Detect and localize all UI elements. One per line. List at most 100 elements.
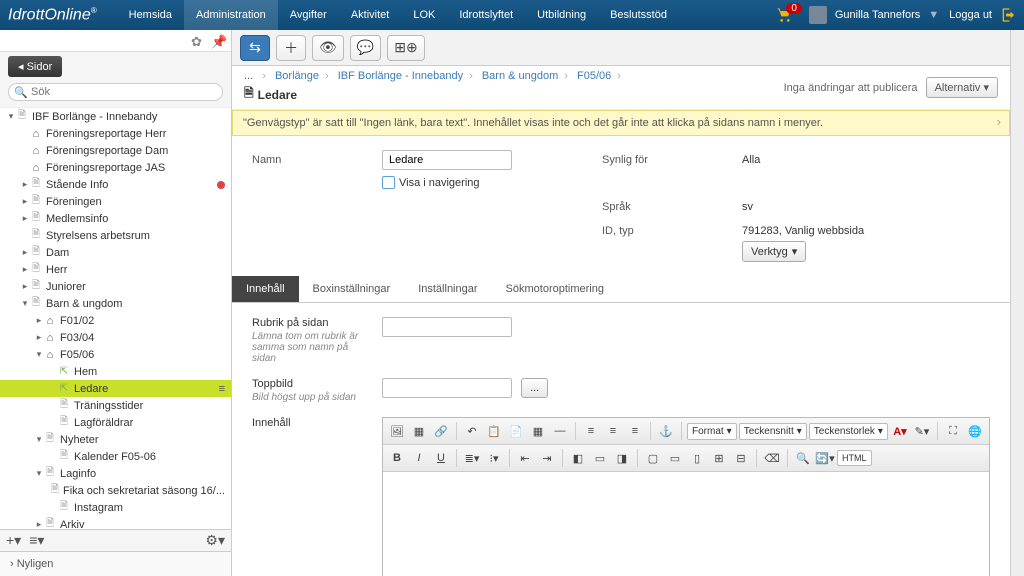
hr-icon[interactable]: — <box>550 421 570 441</box>
tree-node[interactable]: Träningsstider <box>0 397 231 414</box>
banner-close-icon[interactable]: › <box>997 114 1001 129</box>
image-icon[interactable]: 🖼 <box>387 421 407 441</box>
compare-button[interactable]: ⊞⊕ <box>387 35 424 61</box>
expand-icon[interactable]: ▸ <box>20 247 30 258</box>
table-icon[interactable]: ▦ <box>528 421 548 441</box>
tree-node[interactable]: ▾Laginfo <box>0 465 231 482</box>
html-button[interactable]: HTML <box>837 450 872 466</box>
fullscreen-icon[interactable]: ⛶ <box>943 421 963 441</box>
col-icon[interactable]: ▯ <box>687 448 707 468</box>
tree-node[interactable]: Instagram <box>0 499 231 516</box>
tree-node[interactable]: Föreningsreportage Herr <box>0 125 231 142</box>
recent-panel[interactable]: › Nyligen <box>0 551 231 576</box>
tree-node[interactable]: ▾F05/06 <box>0 346 231 363</box>
expand-icon[interactable]: ▸ <box>34 332 44 343</box>
nav-beslutsstod[interactable]: Beslutsstöd <box>598 0 679 30</box>
expand-icon[interactable]: ▸ <box>34 519 44 529</box>
expand-icon[interactable]: ▾ <box>34 349 44 360</box>
expand-icon[interactable]: ▾ <box>34 468 44 479</box>
options-button[interactable]: Alternativ ▾ <box>926 77 998 98</box>
expand-icon[interactable]: ▸ <box>20 179 30 190</box>
paste-word-icon[interactable]: 📄 <box>506 421 526 441</box>
ol-icon[interactable]: ≣▾ <box>462 448 482 468</box>
list-view-button[interactable]: ≡▾ <box>29 532 44 549</box>
indent-icon[interactable]: ⇥ <box>537 448 557 468</box>
page-tree[interactable]: ▾IBF Borlänge - InnebandyFöreningsreport… <box>0 107 231 529</box>
nav-idrottslyftet[interactable]: Idrottslyftet <box>447 0 525 30</box>
tree-node[interactable]: ▾IBF Borlänge - Innebandy <box>0 108 231 125</box>
textcolor-icon[interactable]: A▾ <box>890 421 910 441</box>
breadcrumb[interactable]: F05/06 <box>577 70 611 82</box>
tree-node[interactable]: ▸Juniorer <box>0 278 231 295</box>
preview-button[interactable]: 👁 <box>312 35 344 61</box>
find-icon[interactable]: 🔍 <box>793 448 813 468</box>
replace-icon[interactable]: 🔄▾ <box>815 448 835 468</box>
add-page-button[interactable]: +▾ <box>6 532 21 549</box>
tree-toggle-button[interactable]: ⇆ <box>240 35 270 61</box>
nav-lok[interactable]: LOK <box>401 0 447 30</box>
search-input[interactable] <box>8 83 223 101</box>
outdent-icon[interactable]: ⇤ <box>515 448 535 468</box>
comment-button[interactable]: 💬 <box>350 35 381 61</box>
tree-node[interactable]: Hem <box>0 363 231 380</box>
font-dropdown[interactable]: Teckensnitt ▾ <box>739 423 807 440</box>
underline-icon[interactable]: U <box>431 448 451 468</box>
expand-icon[interactable]: ▾ <box>20 298 30 309</box>
tab-innehall[interactable]: Innehåll <box>232 276 299 302</box>
tree-node[interactable]: ▸Föreningen <box>0 193 231 210</box>
ul-icon[interactable]: ⁝▾ <box>484 448 504 468</box>
pin-icon[interactable]: 📌 <box>211 34 225 48</box>
cart-button[interactable]: 0 <box>776 7 794 23</box>
tab-boxinstallningar[interactable]: Boxinställningar <box>299 276 405 302</box>
browse-button[interactable]: ... <box>521 378 548 398</box>
tree-node[interactable]: ▾Nyheter <box>0 431 231 448</box>
bold-icon[interactable]: B <box>387 448 407 468</box>
tree-node[interactable]: Föreningsreportage JAS <box>0 159 231 176</box>
tree-node[interactable]: ▸Dam <box>0 244 231 261</box>
split-icon[interactable]: ⊟ <box>731 448 751 468</box>
logout-button[interactable]: Logga ut <box>949 7 1016 23</box>
tab-seo[interactable]: Sökmotoroptimering <box>492 276 618 302</box>
editor-canvas[interactable] <box>383 472 989 576</box>
paste-icon[interactable]: 📋 <box>484 421 504 441</box>
tree-node[interactable]: Lagföräldrar <box>0 414 231 431</box>
expand-icon[interactable]: ▸ <box>20 264 30 275</box>
expand-icon[interactable]: ▾ <box>6 111 16 122</box>
topimg-input[interactable] <box>382 378 512 398</box>
heading-input[interactable] <box>382 317 512 337</box>
fontsize-dropdown[interactable]: Teckenstorlek ▾ <box>809 423 888 440</box>
tree-node[interactable]: ▸F01/02 <box>0 312 231 329</box>
gear-icon[interactable]: ✿ <box>191 34 205 48</box>
cell-icon[interactable]: ▢ <box>643 448 663 468</box>
tree-node[interactable]: ▸Medlemsinfo <box>0 210 231 227</box>
align-right-icon[interactable]: ≡ <box>625 421 645 441</box>
float-left-icon[interactable]: ◧ <box>568 448 588 468</box>
tree-node[interactable]: ▸F03/04 <box>0 329 231 346</box>
new-page-button[interactable]: ＋ <box>276 35 306 61</box>
italic-icon[interactable]: I <box>409 448 429 468</box>
expand-icon[interactable]: ▸ <box>20 196 30 207</box>
nav-aktivitet[interactable]: Aktivitet <box>339 0 402 30</box>
tree-node[interactable]: Kalender F05-06 <box>0 448 231 465</box>
bgcolor-icon[interactable]: ✎▾ <box>912 421 932 441</box>
merge-icon[interactable]: ⊞ <box>709 448 729 468</box>
row-icon[interactable]: ▭ <box>665 448 685 468</box>
user-menu[interactable]: Gunilla Tannefors ▼ <box>809 6 939 24</box>
row-menu-icon[interactable]: ≡ <box>219 383 225 395</box>
expand-icon[interactable]: ▸ <box>20 281 30 292</box>
pages-button[interactable]: ◂ Sidor <box>8 56 62 77</box>
tree-node[interactable]: Fika och sekretariat säsong 16/... <box>0 482 231 499</box>
name-input[interactable] <box>382 150 512 170</box>
nav-hemsida[interactable]: Hemsida <box>117 0 184 30</box>
tree-node[interactable]: Styrelsens arbetsrum <box>0 227 231 244</box>
float-none-icon[interactable]: ▭ <box>590 448 610 468</box>
remove-format-icon[interactable]: ⌫ <box>762 448 782 468</box>
align-center-icon[interactable]: ≡ <box>603 421 623 441</box>
nav-administration[interactable]: Administration <box>184 0 278 30</box>
tree-node[interactable]: ▾Barn & ungdom <box>0 295 231 312</box>
sidebar-settings-button[interactable]: ⚙▾ <box>205 532 225 549</box>
media-icon[interactable]: ▦ <box>409 421 429 441</box>
tree-node[interactable]: Ledare≡ <box>0 380 231 397</box>
tree-node[interactable]: ▸Stående Info <box>0 176 231 193</box>
tab-installningar[interactable]: Inställningar <box>404 276 491 302</box>
